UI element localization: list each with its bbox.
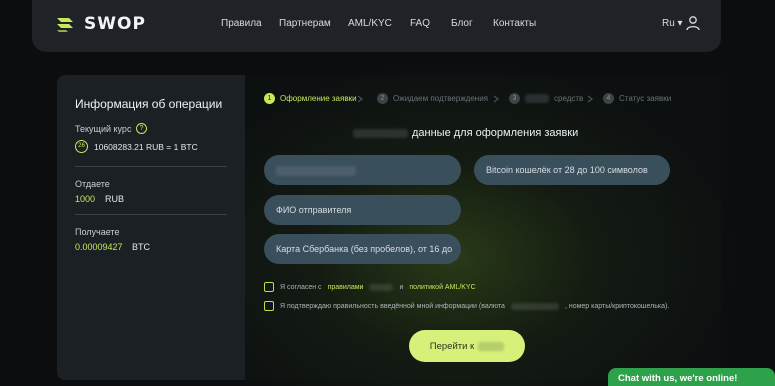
agree-prefix: Я согласен с xyxy=(280,283,322,291)
confirm-checkbox[interactable] xyxy=(264,301,274,311)
logo[interactable]: SWOP xyxy=(54,13,146,35)
nav-faq[interactable]: FAQ xyxy=(410,18,430,29)
divider xyxy=(75,166,227,167)
nav-blog[interactable]: Блог xyxy=(451,18,473,29)
confirm-prefix: Я подтверждаю правильность введённой мно… xyxy=(280,302,505,310)
logo-text: SWOP xyxy=(84,14,146,34)
top-header: SWOP Правила Партнерам AML/KYC FAQ Блог … xyxy=(32,0,721,52)
rate-row: 26 10608283.21 RUB = 1 BTC xyxy=(75,140,198,153)
arrow-right-icon xyxy=(493,95,499,103)
swop-logo-icon xyxy=(57,18,73,32)
chat-widget-button[interactable]: Chat with us, we're online! xyxy=(608,368,775,386)
timer-icon: 26 xyxy=(75,140,88,153)
question-icon[interactable]: ? xyxy=(136,123,147,134)
give-currency: RUB xyxy=(105,194,125,204)
nav-rules[interactable]: Правила xyxy=(221,18,262,29)
give-label: Отдаете xyxy=(75,179,110,189)
divider xyxy=(75,214,227,215)
step-2: 2 Ожидаем подтверждения xyxy=(377,93,488,104)
step-1: 1 Оформление заявки xyxy=(264,93,357,104)
submit-label: Перейти к xyxy=(429,340,475,352)
step-number: 1 xyxy=(264,93,275,104)
step-3: 3 средств xyxy=(509,93,583,104)
step-label: Оформление заявки xyxy=(280,94,357,103)
agree-and: и xyxy=(399,283,404,291)
rate-label: Текущий курс xyxy=(75,124,132,134)
form-title: данные для оформления заявки xyxy=(353,127,578,139)
language-select[interactable]: Ru ▾ xyxy=(662,18,683,29)
wallet-input[interactable]: Bitcoin кошелёк от 28 до 100 символов xyxy=(474,155,670,185)
form-title-text: данные для оформления заявки xyxy=(412,127,579,139)
nav-partners[interactable]: Партнерам xyxy=(279,18,331,29)
redacted-text xyxy=(525,94,549,103)
step-label: Ожидаем подтверждения xyxy=(393,94,489,103)
step-number: 3 xyxy=(509,93,520,104)
confirm-info-row: Я подтверждаю правильность введённой мно… xyxy=(264,301,669,311)
sender-name-input[interactable]: ФИО отправителя xyxy=(264,195,461,225)
agree-rules-row: Я согласен с правилами и политикой AML/K… xyxy=(264,282,476,292)
redacted-input-field[interactable] xyxy=(264,155,461,185)
get-label: Получаете xyxy=(75,227,120,237)
redacted-text xyxy=(478,341,505,351)
redacted-text xyxy=(353,128,408,138)
step-label: Статус заявки xyxy=(619,94,672,103)
redacted-text xyxy=(369,283,394,291)
redacted-text xyxy=(510,302,559,310)
submit-button[interactable]: Перейти к xyxy=(409,330,525,362)
get-amount: 0.00009427 xyxy=(75,242,123,252)
arrow-right-icon xyxy=(357,95,363,103)
operation-info-panel: Информация об операции Текущий курс ? 26… xyxy=(57,75,245,380)
get-currency: BTC xyxy=(132,242,150,252)
redacted-text xyxy=(276,165,356,176)
step-number: 2 xyxy=(377,93,388,104)
nav-contacts[interactable]: Контакты xyxy=(493,18,536,29)
agree-checkbox[interactable] xyxy=(264,282,274,292)
rate-value: 10608283.21 RUB = 1 BTC xyxy=(94,141,198,152)
step-number: 4 xyxy=(603,93,614,104)
rules-link[interactable]: правилами xyxy=(328,284,364,291)
step-4: 4 Статус заявки xyxy=(603,93,671,104)
panel-title: Информация об операции xyxy=(75,97,223,111)
aml-policy-link[interactable]: политикой AML/KYC xyxy=(409,284,475,291)
give-amount: 1000 xyxy=(75,194,96,204)
card-number-input[interactable]: Карта Сбербанка (без пробелов), от 16 до xyxy=(264,234,461,264)
arrow-right-icon xyxy=(587,95,593,103)
confirm-suffix: , номер карты/криптокошелька). xyxy=(564,302,670,310)
step-label: средств xyxy=(554,94,584,103)
user-icon[interactable] xyxy=(685,15,701,31)
nav-aml-kyc[interactable]: AML/KYC xyxy=(348,18,392,29)
